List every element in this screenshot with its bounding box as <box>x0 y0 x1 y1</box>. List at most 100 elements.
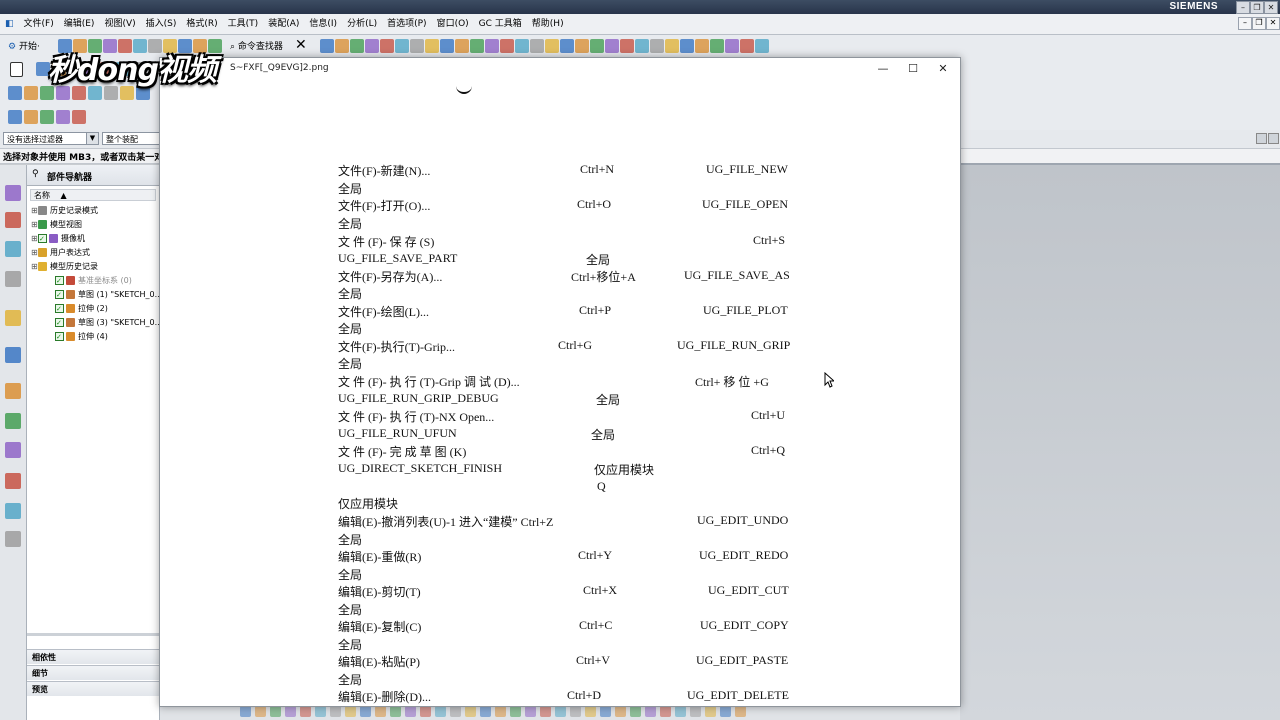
sketch-tool-icon-28[interactable] <box>660 706 671 717</box>
doc-restore-button[interactable]: ❐ <box>1252 17 1266 30</box>
pin-icon[interactable]: ⚲ <box>32 169 39 179</box>
sketch-tool-icon-29[interactable] <box>675 706 686 717</box>
resource-tab-icon-1[interactable] <box>5 212 21 228</box>
sketch-tool-icon-14[interactable] <box>450 706 461 717</box>
menu-item-9[interactable]: 首选项(P) <box>382 14 431 34</box>
viewer-minimize-button[interactable]: — <box>868 60 898 78</box>
resource-tab-icon-7[interactable] <box>5 413 21 429</box>
standard-tool-b-icon-24[interactable] <box>680 39 694 53</box>
sketch-tool-icon-11[interactable] <box>405 706 416 717</box>
sketch-tool-icon-4[interactable] <box>300 706 311 717</box>
sketch-tool-icon-26[interactable] <box>630 706 641 717</box>
sketch-tool-icon-15[interactable] <box>465 706 476 717</box>
view-tool-icon-0[interactable] <box>8 86 22 100</box>
expand-icon[interactable]: ⊞ <box>31 260 38 274</box>
sketch-tool-icon-22[interactable] <box>570 706 581 717</box>
grid-icon[interactable] <box>1256 133 1267 144</box>
standard-tool-b-icon-5[interactable] <box>395 39 409 53</box>
navigator-section-2[interactable]: 预览 <box>27 681 159 696</box>
viewer-titlebar[interactable]: S~FXF[_Q9EVG]2.png — ☐ ✕ <box>160 58 960 80</box>
sketch-tool-icon-13[interactable] <box>435 706 446 717</box>
expand-icon[interactable]: ⊞ <box>31 246 38 260</box>
standard-tool-b-icon-8[interactable] <box>440 39 454 53</box>
menu-item-3[interactable]: 插入(S) <box>141 14 182 34</box>
sketch-tool-icon-25[interactable] <box>615 706 626 717</box>
new-icon[interactable] <box>10 62 23 77</box>
expand-icon[interactable]: ⊞ <box>31 218 38 232</box>
standard-tool-b-icon-21[interactable] <box>635 39 649 53</box>
standard-tool-b-icon-20[interactable] <box>620 39 634 53</box>
sketch-tool-icon-8[interactable] <box>360 706 371 717</box>
visibility-checkbox[interactable] <box>55 302 64 316</box>
menu-item-10[interactable]: 窗口(O) <box>432 14 474 34</box>
tree-node[interactable]: 拉伸 (4) <box>55 330 108 344</box>
name-column-header[interactable]: 名称 ▲ <box>30 189 156 201</box>
standard-tool-b-icon-4[interactable] <box>380 39 394 53</box>
sketch-tool-icon-19[interactable] <box>525 706 536 717</box>
standard-tool-b-icon-15[interactable] <box>545 39 559 53</box>
standard-tool-b-icon-11[interactable] <box>485 39 499 53</box>
standard-tool-b-icon-13[interactable] <box>515 39 529 53</box>
sketch-tool-icon-2[interactable] <box>270 706 281 717</box>
standard-tool-b-icon-3[interactable] <box>365 39 379 53</box>
graphics-window[interactable] <box>960 165 1280 720</box>
resource-tab-icon-9[interactable] <box>5 473 21 489</box>
sketch-tool-icon-17[interactable] <box>495 706 506 717</box>
visibility-checkbox[interactable] <box>38 232 47 246</box>
standard-tool-b-icon-6[interactable] <box>410 39 424 53</box>
tree-node[interactable]: 草图 (3) "SKETCH_0... <box>55 316 162 330</box>
viewer-maximize-button[interactable]: ☐ <box>898 60 928 78</box>
sketch-tool-icon-3[interactable] <box>285 706 296 717</box>
resource-tab-icon-5[interactable] <box>5 347 21 363</box>
sketch-tool-icon-30[interactable] <box>690 706 701 717</box>
tree-node[interactable]: ⊞ 摄像机 <box>31 232 85 246</box>
standard-tool-b-icon-19[interactable] <box>605 39 619 53</box>
standard-tool-b-icon-9[interactable] <box>455 39 469 53</box>
menu-item-8[interactable]: 分析(L) <box>342 14 382 34</box>
doc-minimize-button[interactable]: – <box>1238 17 1252 30</box>
standard-tool-b-icon-25[interactable] <box>695 39 709 53</box>
start-menu-button[interactable]: ⚙ 开始· <box>8 39 40 52</box>
menu-item-4[interactable]: 格式(R) <box>181 14 222 34</box>
tree-node[interactable]: ⊞ 历史记录模式 <box>31 204 98 218</box>
standard-tool-b-icon-12[interactable] <box>500 39 514 53</box>
standard-tool-b-icon-27[interactable] <box>725 39 739 53</box>
sketch-tool-icon-31[interactable] <box>705 706 716 717</box>
resource-tab-icon-8[interactable] <box>5 442 21 458</box>
standard-tool-b-icon-0[interactable] <box>320 39 334 53</box>
sketch-tool-icon-24[interactable] <box>600 706 611 717</box>
standard-tool-b-icon-23[interactable] <box>665 39 679 53</box>
assembly-scope-combo[interactable]: 整个装配 <box>102 132 160 145</box>
sketch-tool-icon-6[interactable] <box>330 706 341 717</box>
menu-item-1[interactable]: 编辑(E) <box>59 14 100 34</box>
navigator-section-1[interactable]: 细节 <box>27 665 159 680</box>
resource-tab-icon-11[interactable] <box>5 531 21 547</box>
menu-item-2[interactable]: 视图(V) <box>99 14 140 34</box>
standard-tool-b-icon-1[interactable] <box>335 39 349 53</box>
tree-node[interactable]: ⊞ 用户表达式 <box>31 246 90 260</box>
tree-node[interactable]: 拉伸 (2) <box>55 302 108 316</box>
sketch-tool-icon-10[interactable] <box>390 706 401 717</box>
menu-item-11[interactable]: GC 工具箱 <box>474 14 527 34</box>
standard-tool-b-icon-2[interactable] <box>350 39 364 53</box>
resource-tab-icon-0[interactable] <box>5 185 21 201</box>
resource-tab-icon-6[interactable] <box>5 383 21 399</box>
app-restore-button[interactable]: ❐ <box>1250 1 1264 14</box>
standard-tool-b-icon-14[interactable] <box>530 39 544 53</box>
app-minimize-button[interactable]: – <box>1236 1 1250 14</box>
sketch-tool-icon-33[interactable] <box>735 706 746 717</box>
sketch-tool-icon-9[interactable] <box>375 706 386 717</box>
selection-filter-combo[interactable]: 没有选择过滤器 ▼ <box>3 132 99 145</box>
selection-tool-icon-2[interactable] <box>40 110 54 124</box>
visibility-checkbox[interactable] <box>55 316 64 330</box>
doc-close-button[interactable]: ✕ <box>1266 17 1280 30</box>
expand-icon[interactable]: ⊞ <box>31 232 38 246</box>
tree-node[interactable]: ⊞ 模型历史记录 <box>31 260 98 274</box>
resource-tab-icon-2[interactable] <box>5 241 21 257</box>
sketch-tool-icon-7[interactable] <box>345 706 356 717</box>
navigator-section-0[interactable]: 相依性 <box>27 649 159 664</box>
sketch-tool-icon-32[interactable] <box>720 706 731 717</box>
menu-item-7[interactable]: 信息(I) <box>304 14 342 34</box>
app-close-button[interactable]: ✕ <box>1264 1 1278 14</box>
sketch-tool-icon-23[interactable] <box>585 706 596 717</box>
